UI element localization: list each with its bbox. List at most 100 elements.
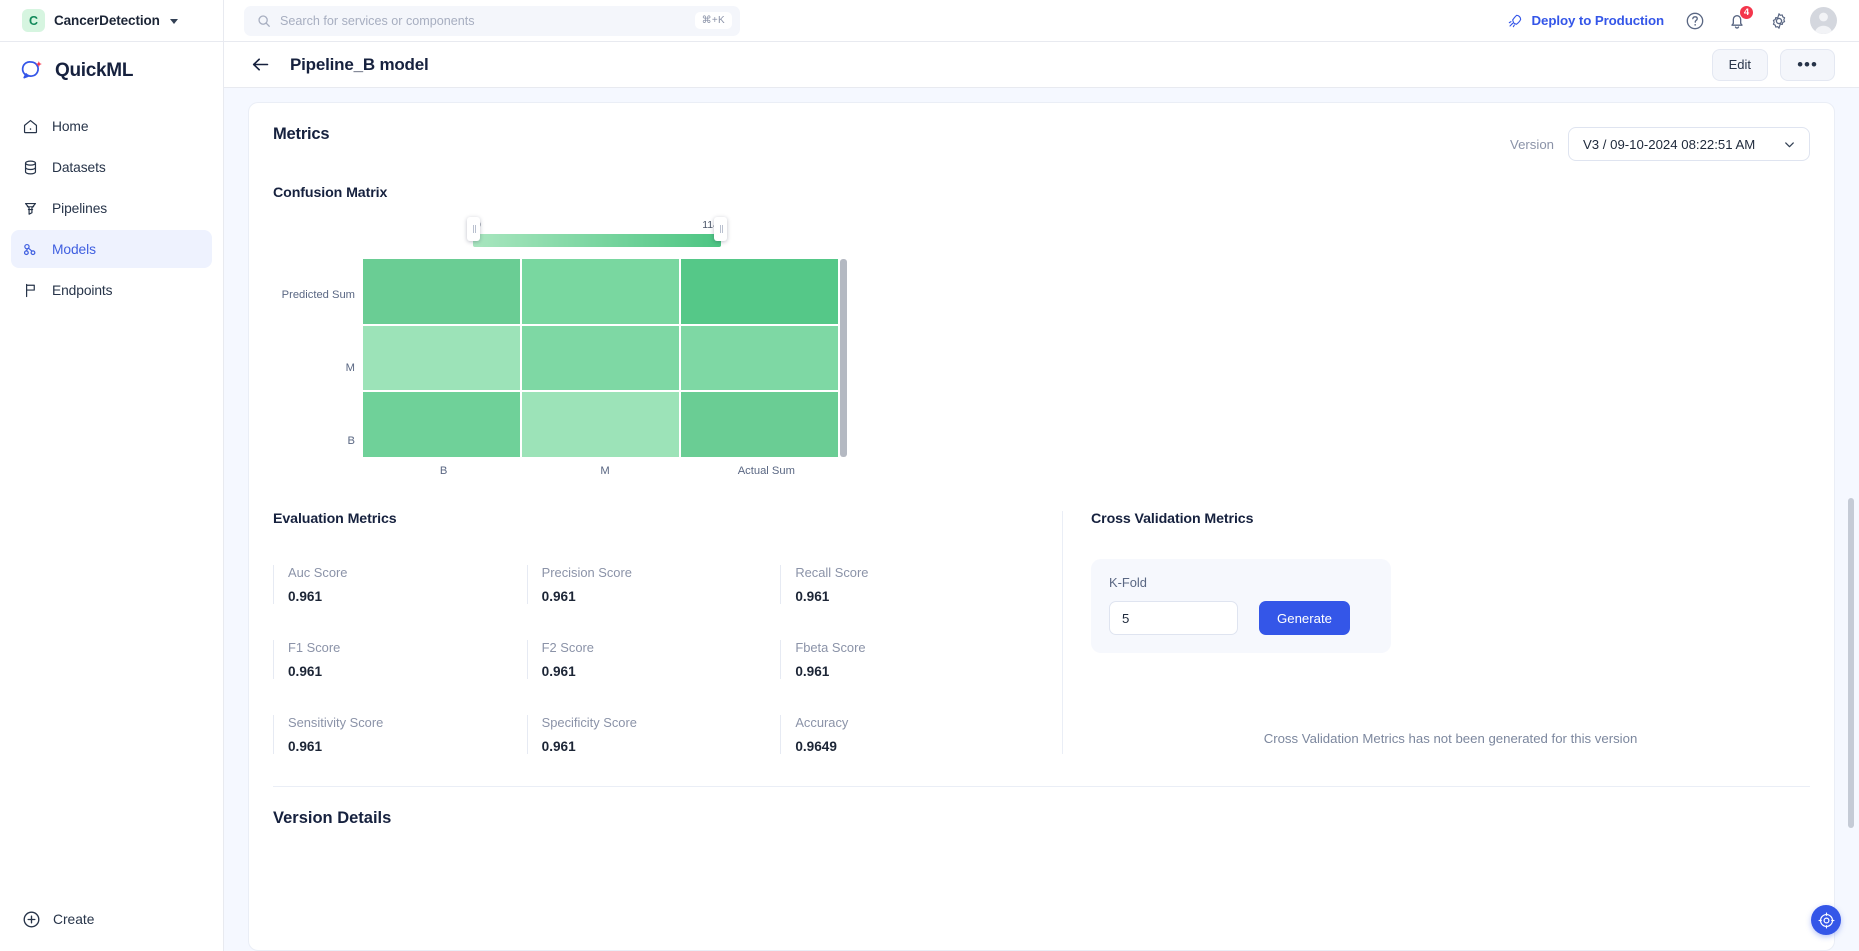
heatmap-cell[interactable] [522, 392, 679, 457]
arrow-left-icon [252, 58, 269, 71]
edit-button[interactable]: Edit [1711, 48, 1768, 81]
metric-auc-score: Auc Score 0.961 [273, 565, 527, 604]
metric-label: Fbeta Score [795, 640, 866, 655]
page-header-actions: Edit ••• [1711, 48, 1835, 81]
cross-validation-empty-message: Cross Validation Metrics has not been ge… [1263, 731, 1638, 746]
create-label: Create [53, 912, 95, 927]
metric-specificity-score: Specificity Score 0.961 [526, 715, 781, 754]
metrics-card: Metrics Version V3 / 09-10-2024 08:22:51… [248, 102, 1835, 951]
heatmap-cell[interactable] [681, 259, 838, 324]
flag-icon [26, 283, 35, 297]
metric-label: Auc Score [288, 565, 348, 580]
version-selector-group: Version V3 / 09-10-2024 08:22:51 AM [1510, 127, 1810, 161]
heatmap-cell[interactable] [363, 325, 520, 391]
metric-label: Precision Score [541, 565, 632, 580]
metrics-row: Evaluation Metrics Auc Score 0.961 Preci… [273, 511, 1810, 754]
sidebar-item-label: Datasets [52, 159, 106, 175]
home-icon [23, 119, 38, 133]
deploy-to-production-button[interactable]: Deploy to Production [1507, 13, 1664, 29]
colorbar-handle-min[interactable] [467, 217, 480, 241]
help-button[interactable] [1684, 10, 1706, 32]
heatmap-x-tick: Actual Sum [737, 465, 795, 477]
notification-count-badge: 4 [1739, 4, 1754, 20]
metric-value: 0.961 [795, 664, 830, 679]
deploy-to-production-label: Deploy to Production [1531, 13, 1665, 28]
metrics-card-header: Metrics Version V3 / 09-10-2024 08:22:51… [273, 125, 1810, 161]
cross-validation-section: Cross Validation Metrics K-Fold Generate… [1063, 511, 1810, 754]
version-label: Version [1510, 136, 1554, 152]
back-button[interactable] [250, 54, 271, 75]
generate-button[interactable]: Generate [1259, 601, 1350, 635]
colorbar-ticks: 0 114 [473, 219, 721, 231]
heatmap-y-tick: M [345, 362, 355, 374]
confusion-matrix-section: Confusion Matrix 0 114 [273, 185, 1810, 477]
brand-logo[interactable]: QuickML [0, 42, 223, 99]
settings-button[interactable] [1768, 10, 1790, 32]
search-icon [258, 14, 270, 27]
heatmap-x-tick: M [600, 465, 610, 477]
kfold-input[interactable] [1109, 601, 1238, 635]
sidebar-item-label: Models [52, 241, 96, 257]
colorbar-handle-max[interactable] [714, 217, 727, 241]
sidebar-item-endpoints[interactable]: Endpoints [11, 271, 212, 309]
version-dropdown[interactable]: V3 / 09-10-2024 08:22:51 AM [1568, 127, 1810, 161]
heatmap-cell[interactable] [681, 392, 838, 457]
notifications-button[interactable]: 4 [1726, 4, 1754, 32]
heatmap-x-axis: B M Actual Sum [363, 465, 847, 477]
search-input[interactable] [280, 13, 686, 28]
heatmap-cell[interactable] [363, 392, 520, 457]
metrics-title: Metrics [273, 125, 330, 143]
heatmap-cell[interactable] [522, 259, 679, 324]
organization-switcher[interactable]: C CancerDetection [0, 0, 224, 42]
chevron-down-icon [169, 19, 178, 24]
evaluation-metrics-grid: Auc Score 0.961 Precision Score 0.961 Re… [273, 565, 1034, 754]
sidebar-item-label: Pipelines [52, 200, 108, 216]
colorbar-slider[interactable]: 0 114 [467, 217, 727, 247]
organization-avatar: C [22, 9, 45, 32]
kfold-controls: Generate [1109, 601, 1373, 635]
page-header: Pipeline_B model Edit ••• [224, 42, 1859, 88]
metric-label: F2 Score [541, 640, 594, 655]
sidebar-item-label: Home [52, 118, 89, 134]
colorbar-gradient [473, 234, 721, 247]
metric-label: Specificity Score [541, 715, 637, 730]
more-options-button[interactable]: ••• [1780, 48, 1835, 81]
metric-value: 0.961 [795, 589, 830, 604]
heatmap-y-axis: Predicted Sum M B [273, 259, 363, 477]
heatmap-scrollbar[interactable] [840, 259, 847, 457]
metric-label: Sensitivity Score [288, 715, 384, 730]
evaluation-metrics-title: Evaluation Metrics [273, 511, 397, 527]
search-container: ⌘+K [224, 5, 740, 36]
metric-value: 0.961 [541, 739, 576, 754]
metric-accuracy: Accuracy 0.9649 [780, 715, 1034, 754]
sidebar-item-pipelines[interactable]: Pipelines [11, 189, 212, 227]
metric-value: 0.961 [288, 664, 323, 679]
create-button[interactable]: Create [0, 910, 223, 951]
help-circle-icon [1686, 12, 1704, 29]
global-search[interactable]: ⌘+K [244, 5, 740, 36]
heatmap-cell[interactable] [522, 325, 679, 391]
metric-label: F1 Score [288, 640, 341, 655]
heatmap-cell[interactable] [681, 325, 838, 391]
quickml-logo-icon [21, 60, 42, 79]
sidebar-item-datasets[interactable]: Datasets [11, 148, 212, 186]
plus-circle-icon [23, 911, 40, 928]
support-fab-button[interactable] [1811, 905, 1841, 935]
heatmap-cell[interactable] [363, 259, 520, 324]
database-icon [24, 160, 37, 174]
metric-precision-score: Precision Score 0.961 [526, 565, 781, 604]
top-navigation-bar: C CancerDetection ⌘+K Deploy to Produc [0, 0, 1859, 42]
page-scrollbar[interactable] [1848, 498, 1854, 828]
metric-value: 0.961 [288, 739, 323, 754]
application-window: C CancerDetection ⌘+K Deploy to Produc [0, 0, 1859, 951]
gear-icon [1772, 12, 1786, 29]
funnel-icon [24, 202, 37, 215]
metric-value: 0.9649 [795, 739, 837, 754]
sidebar-item-models[interactable]: Models [11, 230, 212, 268]
user-avatar[interactable] [1810, 7, 1837, 34]
colorbar-row: 0 114 [273, 217, 1810, 247]
sidebar-item-label: Endpoints [52, 282, 113, 298]
sidebar-item-home[interactable]: Home [11, 107, 212, 145]
sidebar-nav: Home Datasets Pipelines Models Endpoints [0, 99, 223, 309]
body-container: QuickML Home Datasets Pipelines Models E… [0, 42, 1859, 951]
